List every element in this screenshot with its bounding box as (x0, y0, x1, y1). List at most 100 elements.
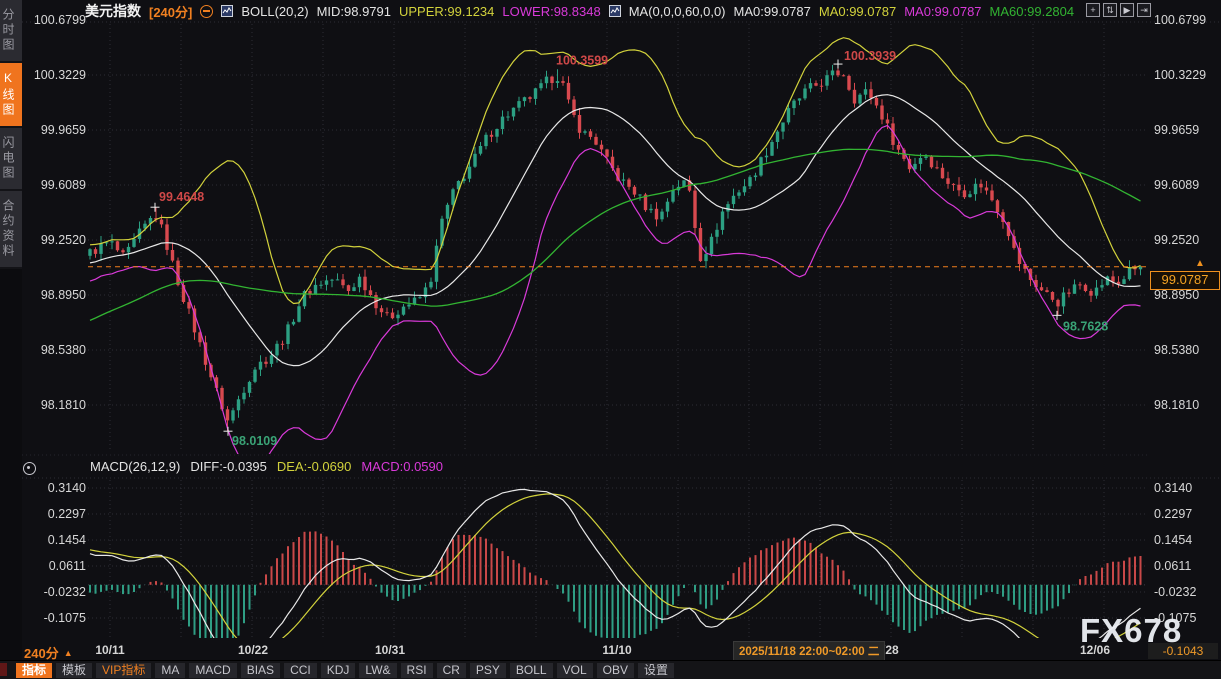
grid-layer: 100.6799 100.6799 100.3229 100.3229 99.9659 9… (22, 13, 1221, 638)
y-axis-label-left: 98.1810 (41, 398, 86, 412)
indicator-header: 美元指数 [240分] BOLL(20,2) MID:98.9791 UPPER… (85, 2, 1074, 20)
sidebar: 分时图K线图闪电图合约资料 (0, 0, 22, 660)
boll-upper-line (90, 38, 1141, 304)
collapse-indicator-icon[interactable] (200, 5, 213, 18)
y-axis-label-left: 100.3229 (34, 68, 86, 82)
macd-axis-label-right: 0.1454 (1154, 533, 1192, 547)
toolbar-vol-button[interactable]: VOL (557, 663, 593, 678)
toolbar-vip-indicator-button[interactable]: VIP指标 (96, 663, 151, 678)
macd-diff-value: DIFF:-0.0395 (190, 459, 267, 474)
y-axis-label-right: 99.2520 (1154, 233, 1199, 247)
sidebar-tab-time-chart[interactable]: 分时图 (0, 0, 22, 63)
period-selector-arrow-icon: ▲ (64, 648, 73, 658)
toolbar-rsi-button[interactable]: RSI (401, 663, 433, 678)
boll-chart-icon[interactable] (221, 5, 233, 17)
macd-axis-label-right: 0.2297 (1154, 507, 1192, 521)
price-up-arrow-icon: ▲ (1195, 258, 1205, 269)
period-label[interactable]: [240分] (149, 2, 192, 21)
watermark: FX678 (1080, 612, 1182, 650)
toolbar-cci-button[interactable]: CCI (284, 663, 317, 678)
ma60-line (90, 149, 1141, 320)
boll-label: BOLL(20,2) (241, 4, 308, 19)
toolbar-boll-button[interactable]: BOLL (510, 663, 553, 678)
symbol-name: 美元指数 (85, 1, 141, 21)
macd-axis-label-left: -0.0232 (44, 585, 86, 599)
sidebar-tab-contract-info[interactable]: 合约资料 (0, 191, 22, 269)
y-axis-label-right: 100.6799 (1154, 13, 1206, 27)
app-window: 100.6799 100.6799 100.3229 100.3229 99.9659 9… (0, 0, 1221, 679)
boll-mid-value: MID:98.9791 (317, 4, 391, 19)
price-annotation: 98.0109 (232, 434, 277, 448)
macd-macd-value: MACD:0.0590 (361, 459, 443, 474)
macd-dea-value: DEA:-0.0690 (277, 459, 351, 474)
x-axis-date: 11/10 (602, 643, 631, 657)
toolbar-bias-button[interactable]: BIAS (241, 663, 280, 678)
price-annotation: 100.3599 (556, 53, 608, 67)
bottom-toolbar: 指标模板 VIP指标 MA MACD BIAS CCI KDJLW&RSI CR PSY BOLL… (0, 660, 1221, 679)
toolbar-cr-button[interactable]: CR (437, 663, 466, 678)
toolbar-template-button[interactable]: 模板 (56, 663, 92, 678)
boll-mid-line (90, 95, 1141, 366)
toolbar-scroll-handle[interactable] (0, 663, 7, 676)
pan-icon[interactable]: + (1086, 3, 1100, 17)
x-axis-date: 10/31 (375, 643, 405, 657)
macd-axis-label-left: 0.3140 (48, 481, 86, 495)
x-axis-date: 10/22 (238, 643, 268, 657)
exit-right-icon[interactable]: ⇥ (1137, 3, 1151, 17)
forward-icon[interactable]: ▶ (1120, 3, 1134, 17)
y-axis-label-right: 99.9659 (1154, 123, 1199, 137)
toolbar-settings-button[interactable]: 设置 (638, 663, 674, 678)
ma-chart-icon[interactable] (609, 5, 621, 17)
current-price-tag: 99.0787 (1150, 271, 1220, 290)
macd-axis-label-left: 0.2297 (48, 507, 86, 521)
macd-histogram (90, 531, 1141, 653)
ma0-white-value: MA0:99.0787 (734, 4, 811, 19)
macd-axis-label-right: -0.0232 (1154, 585, 1196, 599)
boll-lower-line (90, 125, 1141, 467)
y-axis-label-right: 100.3229 (1154, 68, 1206, 82)
price-annotation: 99.4648 (159, 190, 204, 204)
toolbar-macd-button[interactable]: MACD (189, 663, 236, 678)
y-axis-label-left: 99.9659 (41, 123, 86, 137)
price-annotation: 100.3939 (844, 49, 896, 63)
annotations-layer: 99.4648 100.3599 100.3939 98.0109 98.7628 (151, 49, 1109, 448)
y-axis-label-left: 98.8950 (41, 288, 86, 302)
macd-axis-label-right: 0.0611 (1154, 559, 1191, 573)
window-buttons: +⇅▶⇥ (1086, 3, 1151, 17)
ma0-magenta-value: MA0:99.0787 (904, 4, 981, 19)
macd-diff-line (90, 489, 1141, 665)
toolbar-psy-button[interactable]: PSY (470, 663, 506, 678)
boll-lower-value: LOWER:98.8348 (502, 4, 600, 19)
macd-axis-label-left: 0.0611 (49, 559, 86, 573)
y-axis-label-left: 98.5380 (41, 343, 86, 357)
y-axis-label-left: 99.2520 (41, 233, 86, 247)
ma0-yellow-value: MA0:99.0787 (819, 4, 896, 19)
macd-header: MACD(26,12,9) DIFF:-0.0395 DEA:-0.0690 M… (90, 459, 443, 474)
y-axis-label-left: 99.6089 (41, 178, 86, 192)
toolbar-ma-button[interactable]: MA (155, 663, 185, 678)
crosshair-date-tag: 2025/11/18 22:00~02:00 二 (733, 641, 885, 661)
macd-pane-settings-icon[interactable] (23, 462, 36, 475)
y-axis-label-right: 98.8950 (1154, 288, 1199, 302)
macd-dea-line (90, 494, 1141, 652)
ma60-value: MA60:99.2804 (990, 4, 1075, 19)
candles-layer (88, 64, 1142, 431)
toolbar-kdj-button[interactable]: KDJ (321, 663, 356, 678)
toolbar-lw-button[interactable]: LW& (359, 663, 396, 678)
scale-axis-icon[interactable]: ⇅ (1103, 3, 1117, 17)
macd-axis-label-left: -0.1075 (44, 611, 86, 625)
toolbar-indicator-button[interactable]: 指标 (16, 663, 52, 678)
x-axis-date: 10/11 (95, 643, 124, 657)
price-annotation: 98.7628 (1063, 319, 1108, 333)
boll-upper-value: UPPER:99.1234 (399, 4, 494, 19)
y-axis-label-right: 98.5380 (1154, 343, 1199, 357)
sidebar-tab-candle-chart[interactable]: K线图 (0, 63, 22, 128)
y-axis-label-right: 98.1810 (1154, 398, 1199, 412)
y-axis-label-right: 99.6089 (1154, 178, 1199, 192)
y-axis-label-left: 100.6799 (34, 13, 86, 27)
macd-axis-label-left: 0.1454 (48, 533, 86, 547)
price-chart: 100.6799 100.6799 100.3229 100.3229 99.9659 9… (0, 0, 1221, 679)
ma-label: MA(0,0,0,60,0,0) (629, 4, 726, 19)
sidebar-tab-lightning-chart[interactable]: 闪电图 (0, 128, 22, 191)
toolbar-obv-button[interactable]: OBV (597, 663, 634, 678)
